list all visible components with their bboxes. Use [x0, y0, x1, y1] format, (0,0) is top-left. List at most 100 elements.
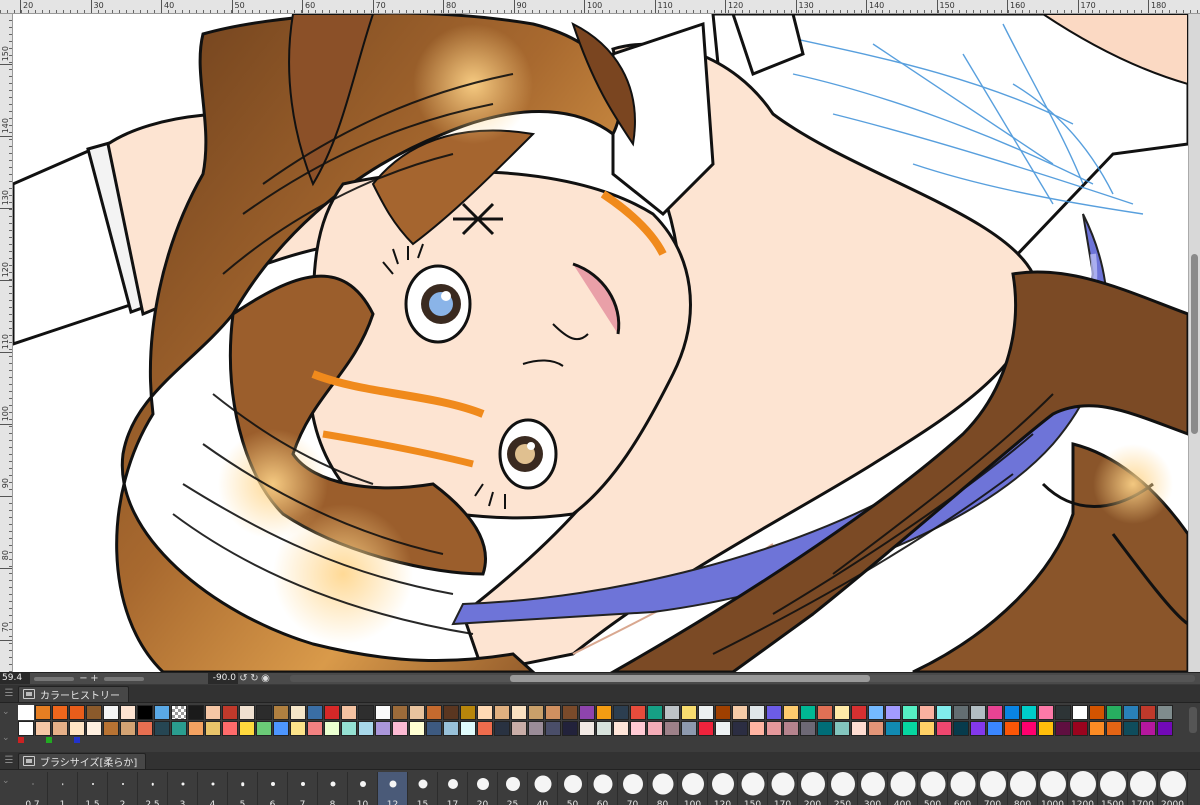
color-swatch[interactable]	[1089, 721, 1105, 736]
color-swatch[interactable]	[851, 705, 867, 720]
color-swatch[interactable]	[1140, 705, 1156, 720]
tab-color-history[interactable]: カラーヒストリー	[18, 685, 129, 702]
color-swatch[interactable]	[749, 705, 765, 720]
color-swatch[interactable]	[1106, 705, 1122, 720]
color-swatch[interactable]	[409, 705, 425, 720]
brush-size-option[interactable]: 25	[498, 772, 528, 805]
color-swatch[interactable]	[103, 721, 119, 736]
mini-color-swatch[interactable]	[46, 737, 52, 743]
color-swatch[interactable]	[1021, 705, 1037, 720]
color-swatch[interactable]	[273, 721, 289, 736]
color-swatch[interactable]	[1123, 721, 1139, 736]
color-swatch[interactable]	[681, 705, 697, 720]
color-swatch[interactable]	[392, 705, 408, 720]
brush-size-option[interactable]: 20	[468, 772, 498, 805]
color-swatch[interactable]	[579, 721, 595, 736]
brush-size-option[interactable]: 400	[888, 771, 918, 805]
brush-size-option[interactable]: 60	[588, 772, 618, 805]
color-swatch[interactable]	[358, 705, 374, 720]
brush-size-option[interactable]: 2	[108, 772, 138, 805]
color-swatch[interactable]	[1157, 721, 1173, 736]
color-swatch[interactable]	[341, 721, 357, 736]
color-swatch[interactable]	[545, 721, 561, 736]
color-swatch[interactable]	[851, 721, 867, 736]
color-swatch[interactable]	[307, 721, 323, 736]
chevron-down-icon[interactable]: ⌄	[2, 776, 10, 786]
brush-size-option[interactable]: 600	[948, 771, 978, 805]
color-swatch[interactable]	[800, 705, 816, 720]
color-swatch[interactable]	[613, 705, 629, 720]
color-swatch[interactable]	[256, 705, 272, 720]
color-swatch[interactable]	[749, 721, 765, 736]
color-swatch[interactable]	[171, 705, 187, 720]
color-swatch[interactable]	[222, 705, 238, 720]
brush-size-option[interactable]: 4	[198, 772, 228, 805]
color-swatch[interactable]	[494, 705, 510, 720]
brush-size-option[interactable]: 250	[828, 772, 858, 805]
color-swatch[interactable]	[528, 721, 544, 736]
brush-size-option[interactable]: 3	[168, 772, 198, 805]
color-swatch[interactable]	[1157, 705, 1173, 720]
brush-size-option[interactable]: 50	[558, 772, 588, 805]
brush-size-option[interactable]: 300	[858, 772, 888, 805]
brush-size-option[interactable]: 500	[918, 771, 948, 805]
color-swatch[interactable]	[511, 721, 527, 736]
brush-size-option[interactable]: 100	[678, 772, 708, 805]
color-swatch[interactable]	[18, 721, 34, 736]
color-swatch[interactable]	[698, 721, 714, 736]
chevron-down-icon[interactable]: ⌄	[2, 733, 10, 743]
color-swatch[interactable]	[868, 705, 884, 720]
color-swatch[interactable]	[52, 721, 68, 736]
color-swatch[interactable]	[1055, 721, 1071, 736]
color-swatch[interactable]	[596, 721, 612, 736]
plus-icon[interactable]: +	[89, 673, 100, 684]
color-swatch[interactable]	[426, 705, 442, 720]
color-swatch[interactable]	[1089, 705, 1105, 720]
brush-size-option[interactable]: 1000	[1038, 771, 1068, 805]
color-swatch[interactable]	[86, 721, 102, 736]
color-swatch[interactable]	[460, 721, 476, 736]
color-swatch[interactable]	[936, 705, 952, 720]
color-swatch[interactable]	[188, 721, 204, 736]
brush-size-option[interactable]: 80	[648, 772, 678, 805]
color-swatch[interactable]	[409, 721, 425, 736]
color-swatch[interactable]	[137, 705, 153, 720]
color-swatch[interactable]	[868, 721, 884, 736]
color-swatch[interactable]	[375, 721, 391, 736]
scroll-thumb[interactable]	[1191, 254, 1198, 434]
brush-size-option[interactable]: 1.5	[78, 772, 108, 805]
color-swatch[interactable]	[103, 705, 119, 720]
brush-size-option[interactable]: 170	[768, 772, 798, 805]
brush-size-option[interactable]: 7	[288, 772, 318, 805]
color-swatch[interactable]	[1072, 721, 1088, 736]
color-swatch[interactable]	[766, 705, 782, 720]
color-swatch[interactable]	[1140, 721, 1156, 736]
color-swatch[interactable]	[953, 705, 969, 720]
brush-size-option[interactable]: 70	[618, 772, 648, 805]
color-swatch[interactable]	[732, 705, 748, 720]
color-swatch[interactable]	[715, 721, 731, 736]
color-swatch[interactable]	[647, 721, 663, 736]
brush-size-option[interactable]: 0.7	[18, 772, 48, 805]
color-swatch[interactable]	[919, 705, 935, 720]
brush-size-option[interactable]: 5	[228, 772, 258, 805]
brush-size-option[interactable]: 200	[798, 772, 828, 805]
color-swatch[interactable]	[681, 721, 697, 736]
color-swatch[interactable]	[545, 705, 561, 720]
vertical-scrollbar[interactable]	[1188, 14, 1200, 672]
color-swatch[interactable]	[1055, 705, 1071, 720]
mini-color-swatch[interactable]	[74, 737, 80, 743]
panel-grip-icon[interactable]: ☰	[0, 755, 18, 766]
color-swatch[interactable]	[69, 721, 85, 736]
color-swatch[interactable]	[18, 705, 34, 720]
color-swatch[interactable]	[596, 705, 612, 720]
horizontal-scrollbar[interactable]	[290, 675, 1195, 682]
panel-scrollbar[interactable]	[1189, 707, 1197, 733]
scroll-thumb[interactable]	[510, 675, 870, 682]
color-swatch[interactable]	[205, 721, 221, 736]
color-swatch[interactable]	[86, 705, 102, 720]
color-swatch[interactable]	[52, 705, 68, 720]
color-swatch[interactable]	[885, 721, 901, 736]
color-swatch[interactable]	[732, 721, 748, 736]
color-swatch[interactable]	[290, 705, 306, 720]
